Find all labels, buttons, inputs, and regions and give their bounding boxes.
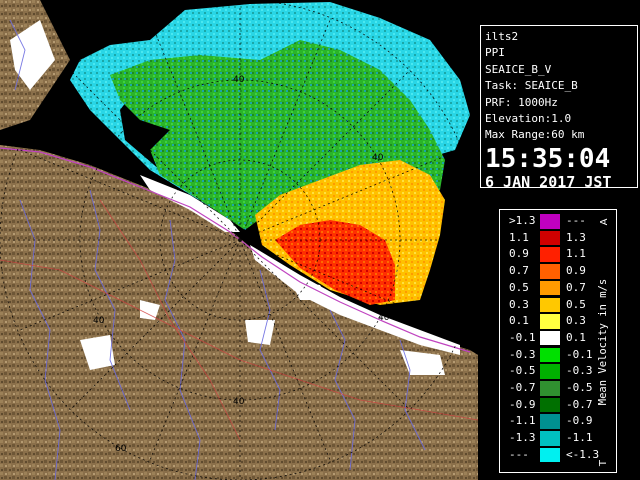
legend-row: -0.7 -0.5 — [500, 381, 600, 396]
legend-low-value: -1.3 — [509, 431, 536, 445]
legend-row: -0.9 -0.7 — [500, 397, 600, 413]
legend-row: -0.3 -0.1 — [500, 347, 600, 363]
legend-low-value: 1.1 — [509, 230, 529, 244]
legend-swatch — [540, 397, 560, 413]
legend-swatch — [540, 381, 560, 396]
range-label: 40 — [233, 397, 245, 407]
range-label: 40 — [233, 75, 245, 85]
elevation-value: Elevation:1.0 — [485, 112, 572, 126]
legend-low-value: --- — [509, 447, 529, 461]
info-panel: ilts2 PPI SEAICE_B_V Task: SEAICE_B PRF:… — [480, 25, 638, 191]
legend-swatch — [540, 330, 560, 346]
legend-low-value: 0.5 — [509, 280, 529, 294]
legend-row: 0.5 0.7 — [500, 280, 600, 296]
legend-top-mark: A — [599, 218, 610, 225]
legend-low-value: -0.1 — [509, 330, 536, 344]
max-range-value: Max Range:60 km — [485, 128, 585, 142]
legend-low-value: 0.3 — [509, 297, 529, 311]
legend-low-value: 0.7 — [509, 264, 529, 278]
legend-swatch — [540, 214, 560, 229]
legend-swatch — [540, 431, 560, 446]
legend-swatch — [540, 447, 560, 463]
legend-low-value: -0.3 — [509, 347, 536, 361]
legend-low-value: -0.9 — [509, 397, 536, 411]
legend-swatch — [540, 414, 560, 429]
legend-row: 0.9 1.1 — [500, 247, 600, 262]
prf-value: PRF: 1000Hz — [485, 95, 558, 109]
legend-low-value: >1.3 — [509, 214, 536, 227]
legend-swatch — [540, 264, 560, 279]
legend-swatch — [540, 230, 560, 246]
legend-swatch — [540, 314, 560, 329]
legend-row: --- <-1.3 — [500, 447, 600, 463]
legend-row: -1.1 -0.9 — [500, 414, 600, 429]
legend-bottom-mark: T — [598, 459, 609, 467]
legend-row: 0.7 0.9 — [500, 264, 600, 279]
legend-row: -1.3 -1.1 — [500, 431, 600, 446]
legend-row: 0.3 0.5 — [500, 297, 600, 312]
scan-date: 6 JAN 2017 JST — [485, 172, 612, 191]
legend-row: 1.1 1.3 — [500, 230, 600, 246]
legend-swatch — [540, 247, 560, 262]
legend-title: A Mean Velocity in m/s T — [597, 218, 610, 467]
legend-swatch — [540, 297, 560, 312]
range-label: 40 — [378, 313, 390, 323]
scan-time: 15:35:04 — [485, 143, 611, 174]
station-name: ilts2 — [485, 30, 519, 43]
range-label: 40 — [372, 153, 384, 163]
task-name: Task: SEAICE_B — [485, 79, 578, 93]
legend-title-text: Mean Velocity in m/s — [597, 279, 609, 405]
velocity-legend: >1.3 --- 1.1 1.3 0.9 1.1 0.7 0.9 0.5 0.7 0.3 0.5 0.1… — [499, 209, 617, 473]
scan-name: SEAICE_B_V — [485, 62, 552, 76]
range-label: 40 — [93, 316, 105, 326]
legend-swatch — [540, 347, 560, 363]
legend-row: >1.3 --- — [500, 214, 600, 229]
legend-low-value: 0.1 — [509, 314, 529, 328]
legend-low-value: 0.9 — [509, 247, 529, 261]
legend-row: -0.1 0.1 — [500, 330, 600, 346]
range-label: 60 — [115, 444, 127, 454]
legend-swatch — [540, 364, 560, 379]
radar-map: 40 60 40 60 40 40 40 60 — [0, 0, 478, 480]
range-label: 60 — [116, 29, 128, 39]
legend-row: -0.5 -0.3 — [500, 364, 600, 379]
legend-low-value: -0.5 — [509, 364, 536, 378]
legend-row: 0.1 0.3 — [500, 314, 600, 329]
legend-swatch — [540, 280, 560, 296]
legend-low-value: -1.1 — [509, 414, 536, 428]
legend-low-value: -0.7 — [509, 381, 536, 394]
range-label: 60 — [355, 3, 367, 13]
product-type: PPI — [485, 46, 505, 60]
